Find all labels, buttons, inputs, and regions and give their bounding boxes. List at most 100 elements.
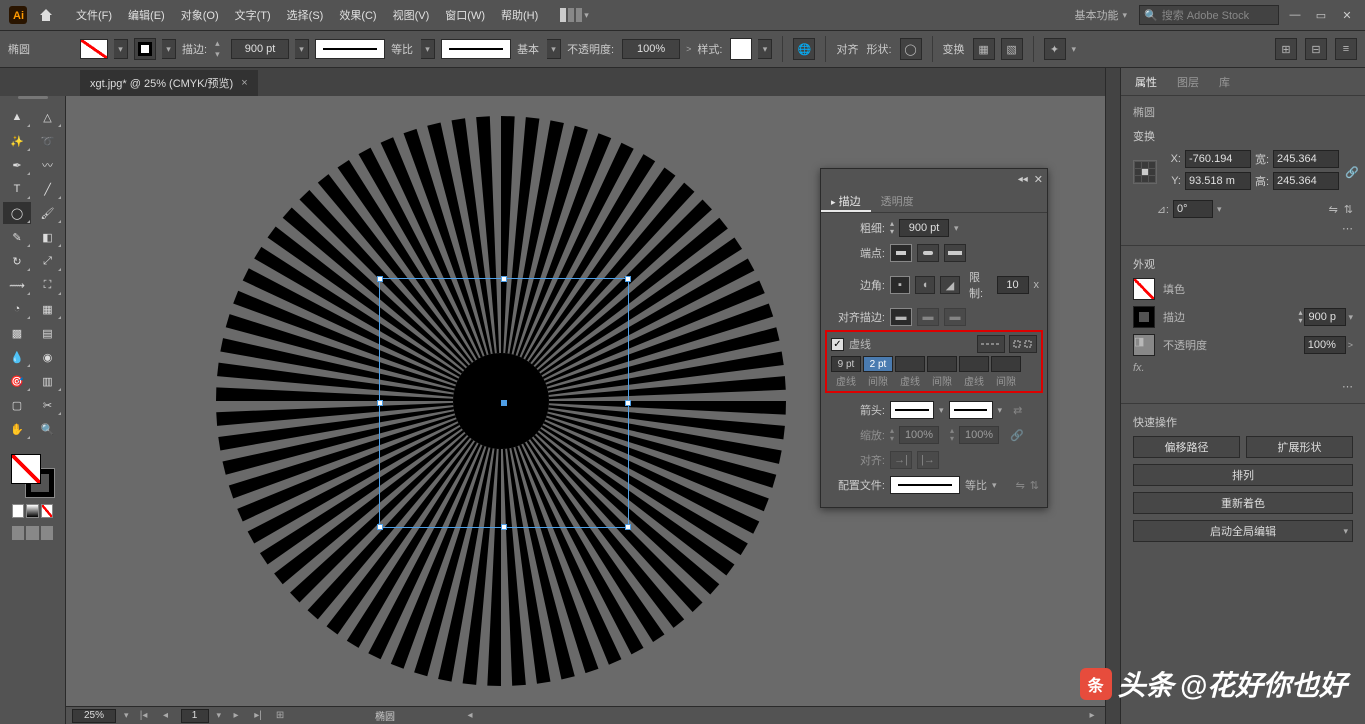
last-artboard-icon[interactable]: ▸|	[251, 709, 265, 723]
menu-select[interactable]: 选择(S)	[279, 7, 332, 23]
ellipse-tool[interactable]: ◯	[3, 202, 31, 224]
stepper-up-icon[interactable]: ▴	[215, 38, 225, 49]
align-label[interactable]: 对齐	[836, 41, 858, 57]
lasso-tool[interactable]: ➰	[34, 130, 62, 152]
tab-properties[interactable]: 属性	[1125, 68, 1167, 96]
cap-butt-icon[interactable]	[890, 244, 912, 262]
eraser-tool[interactable]: ◧	[34, 226, 62, 248]
arrow-start-select[interactable]	[890, 401, 934, 419]
menu-file[interactable]: 文件(F)	[68, 7, 120, 23]
arrow-align-end-icon[interactable]: |→	[917, 451, 939, 469]
global-edit-button[interactable]: 启动全局编辑 ▾	[1133, 520, 1353, 542]
selection-handle[interactable]	[501, 276, 507, 282]
chevron-down-icon[interactable]: ▾	[992, 480, 997, 491]
prev-artboard-icon[interactable]: ◂	[159, 709, 173, 723]
close-icon[interactable]: ✕	[1337, 5, 1357, 25]
selection-handle[interactable]	[501, 524, 507, 530]
pen-tool[interactable]: ✒	[3, 154, 31, 176]
arrange-button[interactable]: 排列	[1133, 464, 1353, 486]
fill-swatch[interactable]	[80, 39, 108, 59]
gradient-tool[interactable]: ▤	[34, 322, 62, 344]
shape-mode-icon[interactable]: ◯	[900, 38, 922, 60]
draw-mode-icon[interactable]	[12, 526, 24, 540]
stroke-weight-dropdown[interactable]: ▾	[295, 39, 309, 59]
arrange-docs-icon[interactable]	[560, 8, 584, 22]
graphic-style-swatch[interactable]	[730, 38, 752, 60]
style-dropdown[interactable]: ▾	[758, 39, 772, 59]
crop-icon[interactable]: ▧	[1001, 38, 1023, 60]
expand-shape-button[interactable]: 扩展形状	[1246, 436, 1353, 458]
fill-color-swatch[interactable]	[11, 454, 41, 484]
transform-label[interactable]: 变换	[943, 41, 965, 57]
home-icon[interactable]	[34, 3, 58, 27]
color-mode-icon[interactable]	[12, 504, 24, 518]
symbol-sprayer-tool[interactable]: 🎯	[3, 370, 31, 392]
offset-path-button[interactable]: 偏移路径	[1133, 436, 1240, 458]
recolor-button[interactable]: 重新着色	[1133, 492, 1353, 514]
next-artboard-icon[interactable]: ▸	[229, 709, 243, 723]
selection-center[interactable]	[501, 400, 507, 406]
fx-label[interactable]: fx.	[1133, 362, 1353, 374]
tab-libraries[interactable]: 库	[1209, 68, 1240, 96]
dash-input-3[interactable]	[959, 356, 989, 372]
chevron-down-icon[interactable]: ▾	[217, 710, 222, 721]
opacity-dropdown[interactable]: >	[686, 44, 691, 54]
fill-stroke-indicator[interactable]	[11, 454, 55, 498]
slice-tool[interactable]: ✂	[34, 394, 62, 416]
corner-bevel-icon[interactable]: ◢	[940, 276, 960, 294]
cap-projecting-icon[interactable]	[944, 244, 966, 262]
panel-menu-icon[interactable]: ≡	[1335, 38, 1357, 60]
rotate-input[interactable]	[1173, 200, 1213, 218]
more-options-icon[interactable]: ⋯	[1342, 381, 1353, 393]
tab-opacity[interactable]: 透明度	[871, 189, 924, 212]
dash-input-1[interactable]	[831, 356, 861, 372]
selection-handle[interactable]	[625, 400, 631, 406]
magic-wand-tool[interactable]: ✨	[3, 130, 31, 152]
menu-object[interactable]: 对象(O)	[173, 7, 227, 23]
chevron-down-icon[interactable]: ▾	[1343, 526, 1348, 537]
free-transform-tool[interactable]: ⛶	[34, 274, 62, 296]
shaper-tool[interactable]: ✎	[3, 226, 31, 248]
gap-input-3[interactable]	[991, 356, 1021, 372]
stroke-dropdown[interactable]: ▾	[162, 39, 176, 59]
arrow-align-tip-icon[interactable]: →|	[890, 451, 912, 469]
menu-window[interactable]: 窗口(W)	[437, 7, 493, 23]
arrow-end-select[interactable]	[949, 401, 993, 419]
chevron-down-icon[interactable]: ▾	[584, 10, 589, 21]
x-input[interactable]	[1185, 150, 1251, 168]
stroke-profile-preview[interactable]	[315, 39, 385, 59]
menu-type[interactable]: 文字(T)	[227, 7, 279, 23]
direct-selection-tool[interactable]: △	[34, 106, 62, 128]
gap-input-2[interactable]	[927, 356, 957, 372]
rotate-tool[interactable]: ↻	[3, 250, 31, 272]
artboard-nav-icon[interactable]: ⊞	[273, 709, 287, 723]
menu-edit[interactable]: 编辑(E)	[120, 7, 173, 23]
cap-round-icon[interactable]	[917, 244, 939, 262]
swap-arrows-icon[interactable]: ⇄	[1013, 404, 1022, 417]
scroll-right-icon[interactable]: ▸	[1085, 709, 1099, 723]
align-center-icon[interactable]: ▬	[890, 308, 912, 326]
stroke-weight-input[interactable]	[231, 39, 289, 59]
fill-swatch[interactable]	[1133, 278, 1155, 300]
corner-miter-icon[interactable]: ▪	[890, 276, 910, 294]
tab-stroke[interactable]: ▸ 描边	[821, 189, 871, 212]
width-input[interactable]	[1273, 150, 1339, 168]
brush-preview[interactable]	[441, 39, 511, 59]
type-tool[interactable]: T	[3, 178, 31, 200]
none-mode-icon[interactable]	[41, 504, 53, 518]
weight-dropdown[interactable]: ▾	[954, 223, 959, 234]
draw-behind-icon[interactable]	[26, 526, 38, 540]
weight-input[interactable]	[899, 219, 949, 237]
hand-tool[interactable]: ✋	[3, 418, 31, 440]
selection-handle[interactable]	[625, 276, 631, 282]
panel-close-icon[interactable]: ✕	[1034, 173, 1043, 186]
graph-tool[interactable]: ▥	[34, 370, 62, 392]
panel-toggle-2-icon[interactable]: ⊟	[1305, 38, 1327, 60]
draw-inside-icon[interactable]	[41, 526, 53, 540]
chevron-down-icon[interactable]: ▾	[1072, 44, 1077, 55]
flip-horiz-icon[interactable]: ⇋	[1016, 479, 1025, 492]
opacity-input[interactable]	[1304, 336, 1346, 354]
dash-checkbox[interactable]: ✓	[831, 338, 844, 351]
y-input[interactable]	[1185, 172, 1251, 190]
blend-tool[interactable]: ◉	[34, 346, 62, 368]
